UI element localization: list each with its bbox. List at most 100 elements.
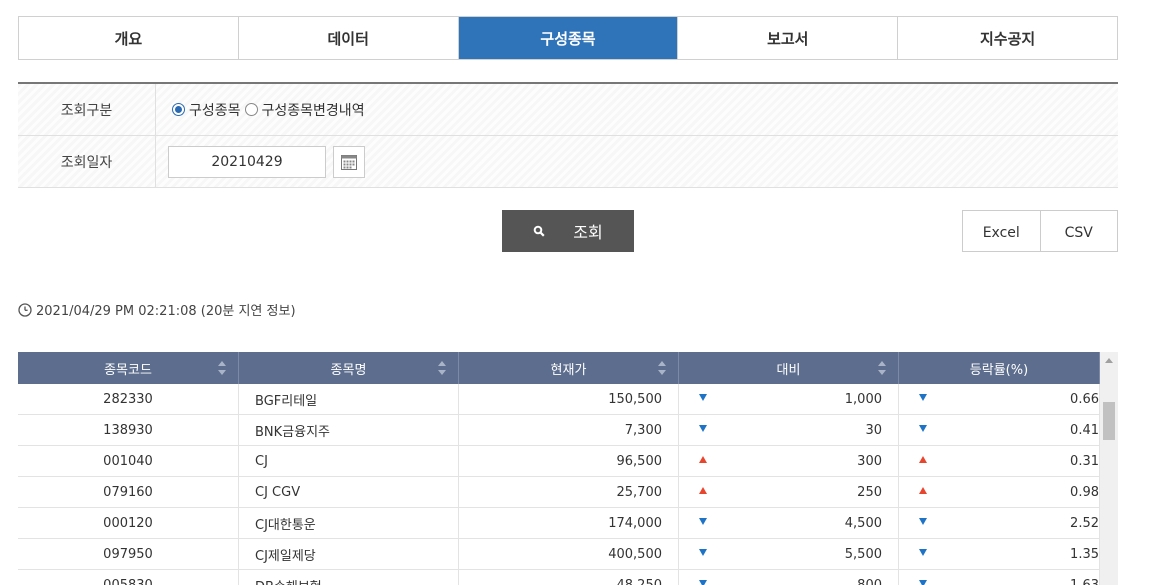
- cell-price: 7,300: [459, 415, 679, 445]
- header-price[interactable]: 현재가: [459, 352, 679, 384]
- csv-button[interactable]: CSV: [1041, 211, 1118, 251]
- cell-price: 96,500: [459, 446, 679, 476]
- cell-code: 079160: [18, 477, 239, 507]
- tab-bar: 개요 데이터 구성종목 보고서 지수공지: [18, 16, 1118, 60]
- cell-rate: 0.41: [899, 415, 1100, 445]
- cell-rate: 1.35: [899, 539, 1100, 569]
- tab-data[interactable]: 데이터: [238, 17, 459, 59]
- cell-rate-text: 1.35: [1070, 546, 1099, 562]
- cell-change: 250: [679, 477, 899, 507]
- cell-code-text: 001040: [103, 453, 153, 469]
- cell-name: DB손해보험: [239, 570, 459, 585]
- arrow-down-icon: [919, 425, 927, 432]
- cell-rate: 0.31: [899, 446, 1100, 476]
- cell-rate-text: 0.66: [1070, 391, 1099, 407]
- cell-change: 4,500: [679, 508, 899, 538]
- cell-name-text: CJ CGV: [255, 484, 301, 500]
- cell-price-text: 48,250: [616, 577, 663, 585]
- header-name[interactable]: 종목명: [239, 352, 459, 384]
- cell-rate: 0.66: [899, 384, 1100, 414]
- vertical-scrollbar[interactable]: [1100, 352, 1118, 585]
- header-code[interactable]: 종목코드: [18, 352, 239, 384]
- tab-reports[interactable]: 보고서: [678, 17, 899, 59]
- cell-price-text: 7,300: [624, 422, 662, 438]
- cell-rate-text: 0.31: [1070, 453, 1099, 469]
- tab-overview[interactable]: 개요: [19, 17, 239, 59]
- header-change[interactable]: 대비: [679, 352, 899, 384]
- arrow-up-icon: [699, 456, 707, 463]
- tab-index-notices[interactable]: 지수공지: [898, 17, 1117, 59]
- cell-name-text: BNK금융지주: [255, 424, 331, 440]
- arrow-down-icon: [699, 394, 707, 401]
- date-input[interactable]: [168, 145, 326, 178]
- table-row[interactable]: 282330 BGF리테일 150,500 1,000 0.66: [18, 384, 1100, 415]
- cell-code: 282330: [18, 384, 239, 414]
- cell-rate-text: 0.98: [1070, 484, 1099, 500]
- calendar-button[interactable]: [333, 145, 365, 178]
- header-price-label: 현재가: [550, 362, 587, 378]
- scrollbar-thumb[interactable]: [1103, 402, 1115, 440]
- calendar-icon: [341, 154, 357, 170]
- cell-name: CJ대한통운: [239, 508, 459, 538]
- table-row[interactable]: 079160 CJ CGV 25,700 250 0.98: [18, 477, 1100, 508]
- query-type-label: 조회구분: [18, 84, 156, 135]
- tab-constituents[interactable]: 구성종목: [458, 17, 679, 59]
- cell-code-text: 097950: [103, 546, 153, 562]
- arrow-down-icon: [699, 580, 707, 585]
- search-button[interactable]: 조회: [502, 210, 634, 252]
- cell-name-text: CJ제일제당: [255, 548, 316, 564]
- sort-icon[interactable]: [878, 361, 886, 375]
- arrow-down-icon: [919, 580, 927, 585]
- scroll-up-icon[interactable]: [1105, 358, 1113, 363]
- query-date-label: 조회일자: [18, 136, 156, 187]
- radio-selected-icon[interactable]: [172, 103, 185, 116]
- cell-name: CJ제일제당: [239, 539, 459, 569]
- cell-change: 800: [679, 570, 899, 585]
- table-row[interactable]: 001040 CJ 96,500 300 0.31: [18, 446, 1100, 477]
- cell-price-text: 25,700: [616, 484, 663, 500]
- arrow-down-icon: [699, 425, 707, 432]
- radio-changes-label: 구성종목변경내역: [261, 102, 365, 119]
- cell-price: 400,500: [459, 539, 679, 569]
- table-row[interactable]: 000120 CJ대한통운 174,000 4,500 2.52: [18, 508, 1100, 539]
- header-change-label: 대비: [776, 362, 801, 378]
- sort-icon[interactable]: [658, 361, 666, 375]
- cell-price: 150,500: [459, 384, 679, 414]
- cell-change: 5,500: [679, 539, 899, 569]
- radio-constituents[interactable]: 구성종목: [172, 100, 241, 120]
- search-button-label: 조회: [573, 223, 603, 242]
- header-name-label: 종목명: [330, 362, 367, 378]
- cell-price-text: 96,500: [616, 453, 663, 469]
- radio-constituent-changes[interactable]: 구성종목변경내역: [244, 100, 365, 120]
- cell-name: BNK금융지주: [239, 415, 459, 445]
- cell-rate-text: 1.63: [1070, 577, 1099, 585]
- sort-icon[interactable]: [438, 361, 446, 375]
- cell-name: BGF리테일: [239, 384, 459, 414]
- cell-code: 000120: [18, 508, 239, 538]
- cell-price-text: 400,500: [608, 546, 662, 562]
- header-rate[interactable]: 등락률(%): [899, 352, 1100, 384]
- cell-code-text: 000120: [103, 515, 153, 531]
- cell-rate-text: 0.41: [1070, 422, 1099, 438]
- table-row[interactable]: 138930 BNK금융지주 7,300 30 0.41: [18, 415, 1100, 446]
- cell-rate: 2.52: [899, 508, 1100, 538]
- cell-name-text: CJ대한통운: [255, 517, 316, 533]
- table-header: 종목코드 종목명 현재가 대비 등락률(%): [18, 352, 1100, 384]
- arrow-down-icon: [919, 394, 927, 401]
- cell-change-text: 300: [857, 453, 882, 469]
- table-row[interactable]: 097950 CJ제일제당 400,500 5,500 1.35: [18, 539, 1100, 570]
- radio-unselected-icon[interactable]: [244, 103, 258, 116]
- constituents-table: 종목코드 종목명 현재가 대비 등락률(%) 282330 BGF리테일 150,5…: [18, 352, 1118, 585]
- export-group: Excel CSV: [962, 210, 1118, 252]
- clock-icon: [18, 302, 32, 317]
- cell-code-text: 005830: [103, 577, 153, 585]
- cell-price: 48,250: [459, 570, 679, 585]
- excel-button[interactable]: Excel: [963, 211, 1041, 251]
- cell-rate-text: 2.52: [1070, 515, 1099, 531]
- sort-icon[interactable]: [218, 361, 226, 375]
- table-row[interactable]: 005830 DB손해보험 48,250 800 1.63: [18, 570, 1100, 585]
- cell-name-text: DB손해보험: [255, 576, 322, 585]
- arrow-down-icon: [919, 518, 927, 525]
- cell-price: 174,000: [459, 508, 679, 538]
- cell-rate: 0.98: [899, 477, 1100, 507]
